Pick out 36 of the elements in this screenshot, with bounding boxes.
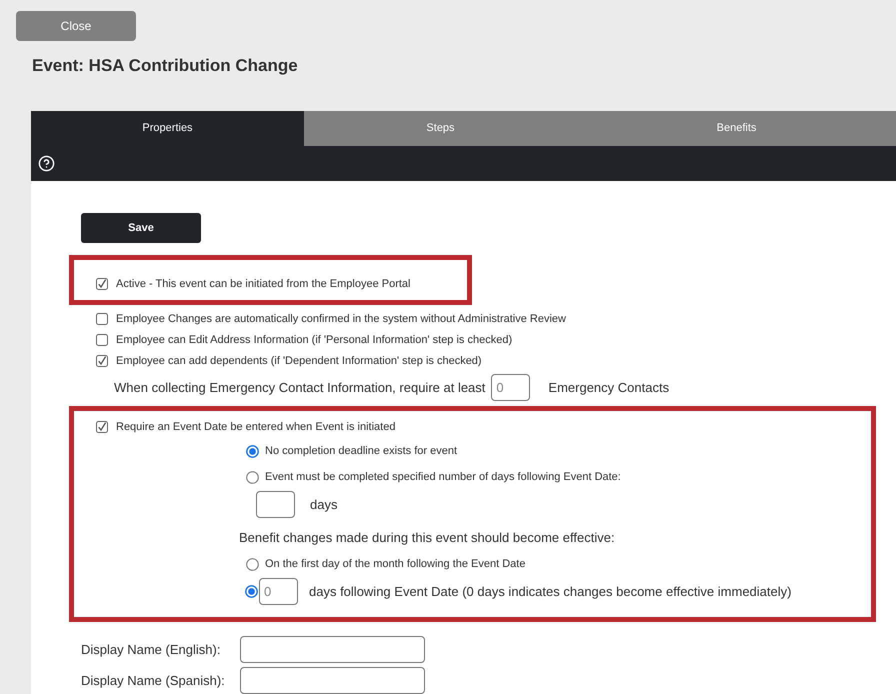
field-label: Display Name (English): xyxy=(81,640,222,659)
radio-label: No completion deadline exists for event xyxy=(265,444,457,459)
field-label: days following Event Date (0 days indicates changes become effective immediately) xyxy=(309,582,792,601)
radio-button[interactable] xyxy=(245,585,258,598)
close-button[interactable]: Close xyxy=(16,11,136,41)
text-input[interactable] xyxy=(240,667,425,694)
count-input[interactable]: 0 xyxy=(491,374,530,401)
help-icon[interactable] xyxy=(38,155,55,172)
tab[interactable]: Steps xyxy=(304,111,577,146)
text-input[interactable] xyxy=(240,636,425,663)
radio-label: Event must be completed specified number of days following Event Date: xyxy=(265,470,621,485)
checkbox[interactable] xyxy=(96,278,108,290)
save-button[interactable]: Save xyxy=(81,213,201,243)
checkbox[interactable] xyxy=(96,421,108,433)
checkbox-label: Employee can Edit Address Information (if 'Personal Information' step is checked) xyxy=(116,332,512,348)
radio-label: On the first day of the month following the Event Date xyxy=(265,556,526,572)
days-input[interactable]: 0 xyxy=(259,578,298,605)
radio-button[interactable] xyxy=(246,558,259,570)
checkbox[interactable] xyxy=(96,313,108,325)
page-title: Event: HSA Contribution Change xyxy=(32,56,298,75)
checkbox-label: Employee Changes are automatically confirmed in the system without Administrative Review xyxy=(116,312,566,327)
checkbox[interactable] xyxy=(96,355,108,367)
section-heading: Benefit changes made during this event should become effective: xyxy=(239,530,615,545)
checkbox-label: Employee can add dependents (if 'Dependent Information' step is checked) xyxy=(116,354,482,369)
tab[interactable]: Properties xyxy=(31,111,304,146)
field-label: days xyxy=(310,496,338,514)
radio-button[interactable] xyxy=(246,470,259,484)
radio-button[interactable] xyxy=(246,444,259,458)
checkbox-label: Require an Event Date be entered when Event is initiated xyxy=(116,420,396,435)
checkbox-label: Active - This event can be initiated from the Employee Portal xyxy=(116,276,410,292)
field-label: Display Name (Spanish): xyxy=(81,672,226,690)
days-input[interactable] xyxy=(256,491,295,518)
field-label: When collecting Emergency Contact Information, require at least xyxy=(114,378,486,397)
tab[interactable]: Benefits xyxy=(577,111,896,146)
checkbox[interactable] xyxy=(96,334,108,346)
field-label: Emergency Contacts xyxy=(548,378,670,397)
